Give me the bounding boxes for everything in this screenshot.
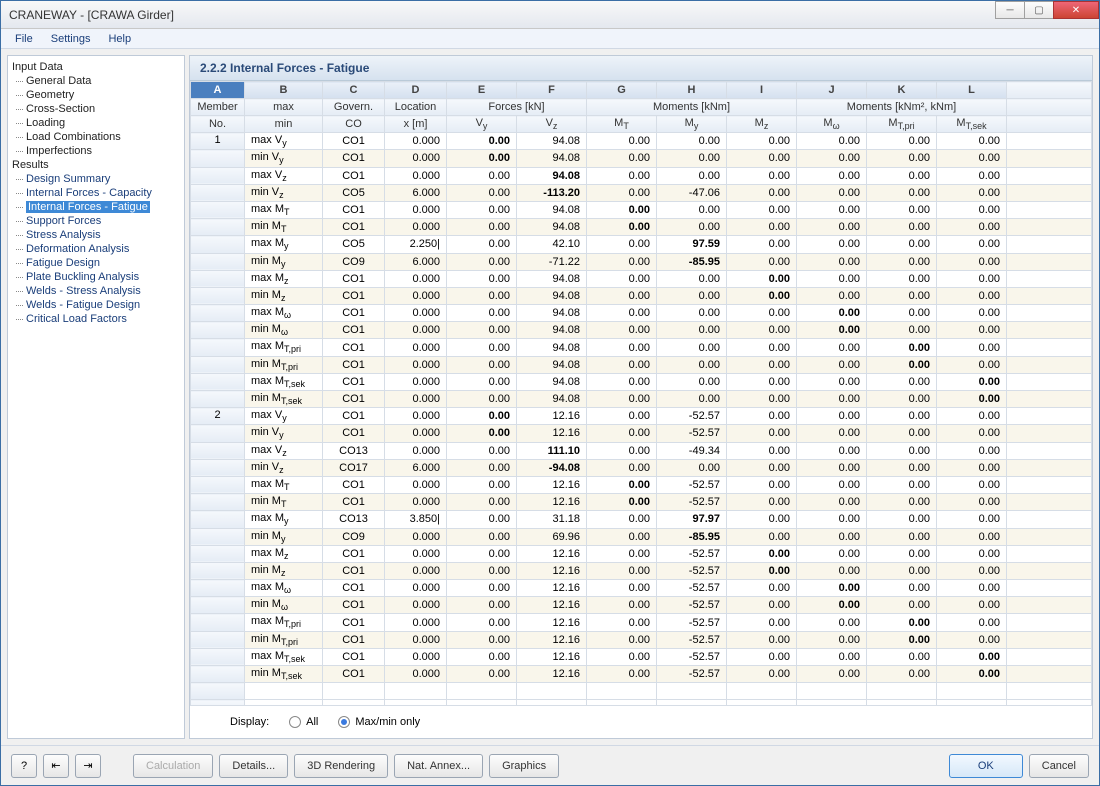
table-row[interactable]: min MT,priCO10.0000.0094.080.000.000.000… bbox=[191, 356, 1092, 373]
next-icon[interactable]: ⇥ bbox=[75, 754, 101, 778]
table-row[interactable]: max MT,sekCO10.0000.0094.080.000.000.000… bbox=[191, 373, 1092, 390]
menubar: File Settings Help bbox=[1, 29, 1099, 49]
table-row[interactable]: max MTCO10.0000.0094.080.000.000.000.000… bbox=[191, 201, 1092, 218]
table-row[interactable]: max MTCO10.0000.0012.160.00-52.570.000.0… bbox=[191, 476, 1092, 493]
table-row[interactable]: 2max VyCO10.0000.0012.160.00-52.570.000.… bbox=[191, 408, 1092, 425]
col-letter[interactable]: K bbox=[867, 82, 937, 99]
nav-item[interactable]: Cross-Section bbox=[10, 102, 182, 116]
table-row[interactable]: min MωCO10.0000.0094.080.000.000.000.000… bbox=[191, 322, 1092, 339]
col-letter[interactable]: I bbox=[727, 82, 797, 99]
navigator-tree[interactable]: Input Data General DataGeometryCross-Sec… bbox=[7, 55, 185, 739]
table-row[interactable]: min MzCO10.0000.0094.080.000.000.000.000… bbox=[191, 287, 1092, 304]
panel-title: 2.2.2 Internal Forces - Fatigue bbox=[190, 56, 1092, 81]
table-row[interactable]: min MT,sekCO10.0000.0012.160.00-52.570.0… bbox=[191, 666, 1092, 683]
display-label: Display: bbox=[230, 716, 269, 728]
table-row[interactable]: min MT,sekCO10.0000.0094.080.000.000.000… bbox=[191, 391, 1092, 408]
table-row[interactable]: min MωCO10.0000.0012.160.00-52.570.000.0… bbox=[191, 597, 1092, 614]
table-row[interactable]: max VzCO130.0000.00111.100.00-49.340.000… bbox=[191, 442, 1092, 459]
nav-item[interactable]: Loading bbox=[10, 116, 182, 130]
3d-rendering-button[interactable]: 3D Rendering bbox=[294, 754, 388, 778]
table-row[interactable]: max MωCO10.0000.0094.080.000.000.000.000… bbox=[191, 305, 1092, 322]
radio-all[interactable]: All bbox=[289, 716, 318, 728]
nav-results[interactable]: Results bbox=[10, 158, 182, 172]
menu-help[interactable]: Help bbox=[100, 31, 139, 47]
table-row[interactable]: max MyCO133.850|0.0031.180.0097.970.000.… bbox=[191, 511, 1092, 528]
col-letter[interactable]: B bbox=[245, 82, 323, 99]
nav-item[interactable]: Design Summary bbox=[10, 172, 182, 186]
table-row[interactable]: min VyCO10.0000.0094.080.000.000.000.000… bbox=[191, 150, 1092, 167]
nav-item[interactable]: Fatigue Design bbox=[10, 256, 182, 270]
col-letter[interactable]: C bbox=[323, 82, 385, 99]
main-panel: 2.2.2 Internal Forces - Fatigue ABCDEFGH… bbox=[189, 55, 1093, 739]
nav-item[interactable]: General Data bbox=[10, 74, 182, 88]
maximize-button[interactable]: ▢ bbox=[1024, 1, 1054, 19]
table-row[interactable]: min MzCO10.0000.0012.160.00-52.570.000.0… bbox=[191, 562, 1092, 579]
table-row[interactable]: min VzCO176.0000.00-94.080.000.000.000.0… bbox=[191, 459, 1092, 476]
nav-item[interactable]: Geometry bbox=[10, 88, 182, 102]
cancel-button[interactable]: Cancel bbox=[1029, 754, 1089, 778]
nav-item[interactable]: Stress Analysis bbox=[10, 228, 182, 242]
menu-file[interactable]: File bbox=[7, 31, 41, 47]
table-row[interactable]: max MyCO52.250|0.0042.100.0097.590.000.0… bbox=[191, 236, 1092, 253]
col-letter[interactable]: A bbox=[191, 82, 245, 99]
nav-item[interactable]: Support Forces bbox=[10, 214, 182, 228]
table-row[interactable]: max MzCO10.0000.0012.160.00-52.570.000.0… bbox=[191, 545, 1092, 562]
app-window: CRANEWAY - [CRAWA Girder] ─ ▢ ✕ File Set… bbox=[0, 0, 1100, 786]
titlebar: CRANEWAY - [CRAWA Girder] ─ ▢ ✕ bbox=[1, 1, 1099, 29]
ok-button[interactable]: OK bbox=[949, 754, 1023, 778]
col-letter[interactable]: L bbox=[937, 82, 1007, 99]
results-grid[interactable]: ABCDEFGHIJKLMembermaxGovern.LocationForc… bbox=[190, 81, 1092, 705]
radio-maxmin[interactable]: Max/min only bbox=[338, 716, 420, 728]
nav-item[interactable]: Imperfections bbox=[10, 144, 182, 158]
nav-item[interactable]: Critical Load Factors bbox=[10, 312, 182, 326]
col-letter[interactable]: D bbox=[385, 82, 447, 99]
graphics-button[interactable]: Graphics bbox=[489, 754, 559, 778]
col-letter[interactable]: E bbox=[447, 82, 517, 99]
table-row[interactable]: min MyCO96.0000.00-71.220.00-85.950.000.… bbox=[191, 253, 1092, 270]
menu-settings[interactable]: Settings bbox=[43, 31, 99, 47]
help-icon[interactable]: ? bbox=[11, 754, 37, 778]
nav-item[interactable]: Load Combinations bbox=[10, 130, 182, 144]
table-row[interactable]: min VyCO10.0000.0012.160.00-52.570.000.0… bbox=[191, 425, 1092, 442]
details-button[interactable]: Details... bbox=[219, 754, 288, 778]
display-filter: Display: All Max/min only bbox=[190, 705, 1092, 738]
table-row[interactable]: min MyCO90.0000.0069.960.00-85.950.000.0… bbox=[191, 528, 1092, 545]
table-row[interactable]: max MωCO10.0000.0012.160.00-52.570.000.0… bbox=[191, 580, 1092, 597]
table-row[interactable]: 1max VyCO10.0000.0094.080.000.000.000.00… bbox=[191, 133, 1092, 150]
minimize-button[interactable]: ─ bbox=[995, 1, 1025, 19]
nav-item[interactable]: Welds - Stress Analysis bbox=[10, 284, 182, 298]
table-row[interactable]: max VzCO10.0000.0094.080.000.000.000.000… bbox=[191, 167, 1092, 184]
window-title: CRANEWAY - [CRAWA Girder] bbox=[9, 8, 174, 22]
table-row[interactable]: max MT,sekCO10.0000.0012.160.00-52.570.0… bbox=[191, 648, 1092, 665]
nav-item[interactable]: Welds - Fatigue Design bbox=[10, 298, 182, 312]
table-row[interactable]: min MTCO10.0000.0094.080.000.000.000.000… bbox=[191, 219, 1092, 236]
footer: ? ⇤ ⇥ Calculation Details... 3D Renderin… bbox=[1, 745, 1099, 785]
nav-item[interactable]: Internal Forces - Capacity bbox=[10, 186, 182, 200]
table-row[interactable]: max MzCO10.0000.0094.080.000.000.000.000… bbox=[191, 270, 1092, 287]
close-button[interactable]: ✕ bbox=[1053, 1, 1099, 19]
col-letter[interactable]: J bbox=[797, 82, 867, 99]
col-letter[interactable]: F bbox=[517, 82, 587, 99]
table-row[interactable]: max MT,priCO10.0000.0094.080.000.000.000… bbox=[191, 339, 1092, 356]
table-row[interactable]: max MT,priCO10.0000.0012.160.00-52.570.0… bbox=[191, 614, 1092, 631]
prev-icon[interactable]: ⇤ bbox=[43, 754, 69, 778]
calculation-button[interactable]: Calculation bbox=[133, 754, 213, 778]
nav-input-data[interactable]: Input Data bbox=[10, 60, 182, 74]
nav-item[interactable]: Internal Forces - Fatigue bbox=[10, 200, 182, 214]
col-letter[interactable]: G bbox=[587, 82, 657, 99]
col-letter[interactable]: H bbox=[657, 82, 727, 99]
nav-item[interactable]: Plate Buckling Analysis bbox=[10, 270, 182, 284]
nav-item[interactable]: Deformation Analysis bbox=[10, 242, 182, 256]
table-row[interactable]: min MTCO10.0000.0012.160.00-52.570.000.0… bbox=[191, 494, 1092, 511]
table-row[interactable]: min MT,priCO10.0000.0012.160.00-52.570.0… bbox=[191, 631, 1092, 648]
table-row[interactable]: min VzCO56.0000.00-113.200.00-47.060.000… bbox=[191, 184, 1092, 201]
nat-annex-button[interactable]: Nat. Annex... bbox=[394, 754, 483, 778]
